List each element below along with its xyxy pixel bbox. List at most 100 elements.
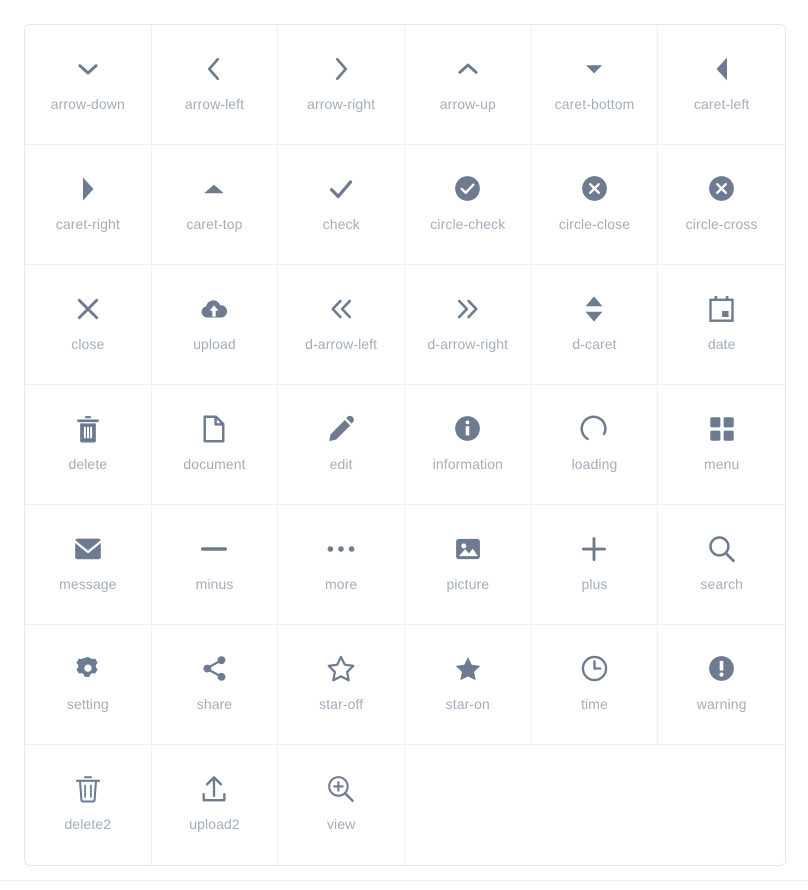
icon-label: circle-check (430, 215, 506, 232)
icon-label: circle-close (558, 215, 631, 232)
calendar-icon (708, 292, 735, 326)
icon-label: d-arrow-right (427, 335, 509, 352)
icon-cell-message[interactable]: message (25, 505, 152, 625)
arrow-down-icon (73, 52, 103, 86)
envelope-icon (74, 532, 102, 566)
magnifier-plus-icon (327, 772, 355, 806)
icon-label: edit (329, 455, 353, 472)
icon-cell-star-off[interactable]: star-off (278, 625, 405, 745)
grid-menu-icon (709, 412, 735, 446)
circle-cross-icon (708, 172, 735, 206)
caret-right-icon (81, 172, 95, 206)
icon-cell-caret-bottom[interactable]: caret-bottom (531, 25, 659, 145)
icon-cell-picture[interactable]: picture (404, 505, 532, 625)
icon-label: caret-bottom (554, 95, 635, 112)
icon-cell-check[interactable]: check (278, 145, 405, 265)
icon-cell-more[interactable]: more (278, 505, 405, 625)
double-arrow-left-icon (326, 292, 356, 326)
caret-top-icon (203, 172, 225, 206)
icon-cell-delete2[interactable]: delete2 (25, 745, 152, 865)
plus-icon (579, 532, 609, 566)
icon-label: check (322, 215, 360, 232)
icon-cell-minus[interactable]: minus (151, 505, 279, 625)
exclamation-circle-icon (708, 652, 735, 686)
icon-cell-caret-right[interactable]: caret-right (25, 145, 152, 265)
icon-cell-caret-top[interactable]: caret-top (151, 145, 279, 265)
icon-cell-menu[interactable]: menu (658, 385, 785, 505)
icon-cell-d-arrow-right[interactable]: d-arrow-right (404, 265, 532, 385)
icon-label: date (707, 335, 736, 352)
icon-cell-setting[interactable]: setting (25, 625, 152, 745)
star-filled-icon (454, 652, 482, 686)
icon-cell-empty (658, 745, 785, 865)
icon-cell-edit[interactable]: edit (278, 385, 405, 505)
share-nodes-icon (201, 652, 228, 686)
icon-label: more (325, 575, 358, 592)
icon-label: arrow-left (184, 95, 245, 112)
icon-cell-loading[interactable]: loading (531, 385, 659, 505)
icon-cell-empty (531, 745, 659, 865)
icon-label: caret-right (55, 215, 120, 232)
icon-label: delete2 (64, 816, 112, 832)
icon-label: caret-top (186, 215, 243, 232)
icon-label: circle-cross (685, 215, 758, 232)
double-arrow-right-icon (453, 292, 483, 326)
icon-label: d-caret (572, 335, 617, 352)
image-icon (455, 532, 481, 566)
icon-cell-empty (404, 745, 532, 865)
icon-cell-plus[interactable]: plus (531, 505, 659, 625)
icon-cell-circle-close[interactable]: circle-close (531, 145, 659, 265)
icon-cell-time[interactable]: time (531, 625, 659, 745)
info-circle-icon (454, 412, 481, 446)
magnifier-icon (708, 532, 736, 566)
icon-cell-share[interactable]: share (151, 625, 279, 745)
icon-cell-arrow-right[interactable]: arrow-right (278, 25, 405, 145)
icon-label: menu (703, 455, 740, 472)
icon-label: delete (68, 455, 108, 472)
icon-label: loading (571, 455, 618, 472)
icon-cell-caret-left[interactable]: caret-left (658, 25, 785, 145)
icon-label: close (71, 335, 105, 352)
clock-icon (581, 652, 608, 686)
circle-close-icon (581, 172, 608, 206)
icon-label: share (196, 695, 233, 712)
icon-label: view (326, 816, 356, 832)
check-icon (326, 172, 356, 206)
icon-label: warning (696, 695, 747, 712)
icon-cell-d-arrow-left[interactable]: d-arrow-left (278, 265, 405, 385)
icon-cell-search[interactable]: search (658, 505, 785, 625)
icon-cell-date[interactable]: date (658, 265, 785, 385)
icon-label: upload (193, 335, 236, 352)
icon-cell-upload2[interactable]: upload2 (151, 745, 279, 865)
icon-label: setting (66, 695, 109, 712)
arrow-left-icon (199, 52, 229, 86)
arrow-up-icon (453, 52, 483, 86)
icon-label: arrow-down (50, 95, 125, 112)
icon-cell-arrow-left[interactable]: arrow-left (151, 25, 279, 145)
icon-cell-circle-check[interactable]: circle-check (404, 145, 532, 265)
upload-tray-icon (200, 772, 228, 806)
icon-cell-arrow-up[interactable]: arrow-up (404, 25, 532, 145)
star-outline-icon (327, 652, 355, 686)
icon-cell-d-caret[interactable]: d-caret (531, 265, 659, 385)
icon-cell-star-on[interactable]: star-on (404, 625, 532, 745)
icon-label: star-on (445, 695, 490, 712)
icon-cell-document[interactable]: document (151, 385, 279, 505)
gear-icon (75, 652, 101, 686)
icon-label: message (59, 575, 117, 592)
icon-label: upload2 (189, 816, 240, 832)
close-icon (73, 292, 103, 326)
trash-icon (75, 412, 101, 446)
trash-outline-icon (75, 772, 101, 806)
icon-cell-upload[interactable]: upload (151, 265, 279, 385)
icon-cell-view[interactable]: view (278, 745, 405, 865)
icon-cell-circle-cross[interactable]: circle-cross (658, 145, 785, 265)
icon-cell-information[interactable]: information (404, 385, 532, 505)
icon-cell-delete[interactable]: delete (25, 385, 152, 505)
icon-cell-close[interactable]: close (25, 265, 152, 385)
icon-cell-arrow-down[interactable]: arrow-down (25, 25, 152, 145)
document-icon (202, 412, 226, 446)
icon-cell-warning[interactable]: warning (658, 625, 785, 745)
minus-icon (200, 532, 228, 566)
icon-grid: arrow-down arrow-left arrow-right arrow-up c… (25, 25, 785, 865)
